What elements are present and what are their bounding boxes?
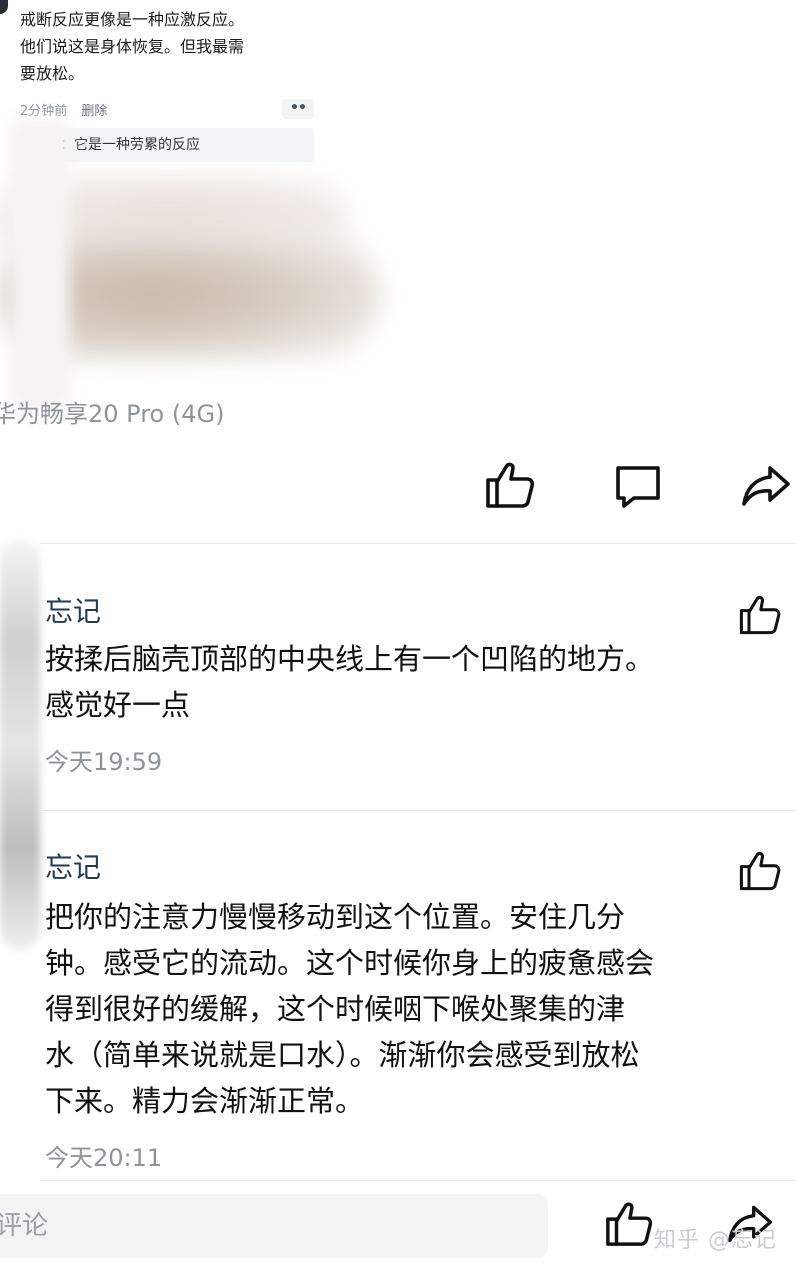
embedded-reply-text: 戒断反应更像是一种应激反应。 他们说这是身体恢复。但我最需 要放松。: [20, 6, 320, 87]
watermark: 知乎 @忘记: [654, 1228, 777, 1253]
blurred-region: [10, 120, 70, 410]
comment-item: 忘记 把你的注意力慢慢移动到这个位置。安住几分 钟。感受它的流动。这个时候你身上…: [45, 848, 790, 1173]
divider: [40, 543, 796, 544]
comment-input[interactable]: 评论: [0, 1194, 548, 1258]
divider: [40, 810, 796, 811]
comment-text: 把你的注意力慢慢移动到这个位置。安住几分 钟。感受它的流动。这个时候你身上的疲惫…: [45, 894, 790, 1124]
more-options-button[interactable]: ••: [282, 99, 314, 119]
comment-time: 今天20:11: [45, 1144, 163, 1172]
embedded-reply-time: 2分钟前: [20, 104, 68, 119]
comment-author[interactable]: 忘记: [45, 848, 790, 888]
comment-author[interactable]: 忘记: [45, 592, 790, 632]
thumbs-up-icon[interactable]: [484, 458, 536, 510]
divider: [40, 1180, 796, 1181]
thumbs-up-icon[interactable]: [738, 592, 782, 636]
device-label: 华为畅享20 Pro (4G): [0, 400, 225, 428]
blurred-avatar-strip: [0, 540, 40, 950]
comment-line: 钟。感受它的流动。这个时候你身上的疲惫感会: [45, 946, 655, 980]
comment-bubble-icon[interactable]: [612, 460, 664, 512]
comment-line: 把你的注意力慢慢移动到这个位置。安住几分: [45, 900, 626, 934]
comment-line: 感觉好一点: [45, 688, 191, 722]
avatar: [0, 0, 8, 14]
delete-link[interactable]: 删除: [81, 104, 107, 119]
comment-text: 按揉后脑壳顶部的中央线上有一个凹陷的地方。 感觉好一点: [45, 636, 790, 728]
embedded-reply-line: 他们说这是身体恢复。但我最需: [20, 37, 245, 56]
comment-line: 得到很好的缓解，这个时候咽下喉处聚集的津: [45, 992, 626, 1026]
share-arrow-icon[interactable]: [740, 460, 792, 512]
embedded-reply-line: 戒断反应更像是一种应激反应。: [20, 10, 245, 29]
embedded-reply-meta: 2分钟前 删除: [20, 100, 107, 119]
thumbs-up-icon[interactable]: [604, 1198, 654, 1248]
thumbs-up-icon[interactable]: [738, 848, 782, 892]
comment-time: 今天19:59: [45, 748, 163, 776]
comment-item: 忘记 按揉后脑壳顶部的中央线上有一个凹陷的地方。 感觉好一点 今天19:59: [45, 592, 790, 777]
embedded-reply-line: 要放松。: [20, 64, 85, 83]
comment-line: 按揉后脑壳顶部的中央线上有一个凹陷的地方。: [45, 642, 655, 676]
comment-line: 下来。精力会渐渐正常。: [45, 1084, 365, 1118]
comment-line: 水（简单来说就是口水）。渐渐你会感受到放松: [45, 1038, 640, 1072]
